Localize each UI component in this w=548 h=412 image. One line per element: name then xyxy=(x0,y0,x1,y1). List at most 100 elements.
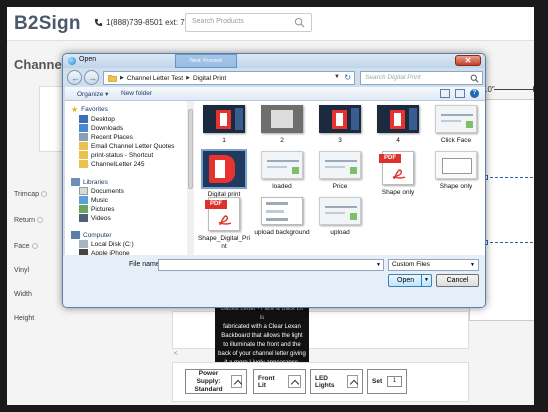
breadcrumb-item[interactable]: Digital Print xyxy=(193,75,226,82)
chevron-up-icon[interactable] xyxy=(288,375,301,388)
breadcrumb-item[interactable]: Channel Letter Test xyxy=(127,75,183,82)
help-icon[interactable]: ? xyxy=(470,89,479,98)
nav-scrollbar[interactable] xyxy=(187,101,194,255)
file-item[interactable]: 4 xyxy=(369,105,427,145)
option-trimcap[interactable]: Trimcap xyxy=(14,191,48,198)
led-lights-select[interactable]: LED Lights xyxy=(310,369,363,394)
phone-icon xyxy=(94,18,103,27)
organize-button[interactable]: Organize ▾ xyxy=(77,90,108,98)
file-name: 3 xyxy=(338,137,342,144)
set-quantity-input[interactable]: 1 xyxy=(387,376,402,387)
address-bar[interactable]: ▶ Channel Letter Test ▶ Digital Print ▼ … xyxy=(103,71,355,85)
option-height[interactable]: Height xyxy=(14,315,34,322)
nav-computer[interactable]: Computer xyxy=(71,231,112,239)
file-item[interactable]: Digital print xyxy=(195,149,253,199)
led-lights-label: LED Lights xyxy=(315,374,335,389)
pictures-icon xyxy=(79,205,88,213)
chevron-down-icon[interactable]: ▼ xyxy=(376,262,381,268)
nav-item-desktop[interactable]: Desktop xyxy=(79,115,115,123)
nav-favorites[interactable]: ★ Favorites xyxy=(71,105,108,114)
info-icon[interactable] xyxy=(37,217,44,224)
file-item[interactable]: Price xyxy=(311,151,369,191)
option-width[interactable]: Width xyxy=(14,291,32,298)
open-button[interactable]: Open ▼ xyxy=(388,274,432,287)
nav-item-recent-places[interactable]: Recent Places xyxy=(79,133,133,141)
power-supply-value: Standard xyxy=(194,385,223,393)
product-search-input[interactable]: Search Products xyxy=(185,13,312,32)
nav-item-videos[interactable]: Videos xyxy=(79,214,111,222)
nav-libraries[interactable]: Libraries xyxy=(71,178,108,186)
file-name: 1 xyxy=(222,137,226,144)
image-thumbnail-icon xyxy=(319,197,361,225)
image-thumbnail-icon xyxy=(319,151,361,179)
refresh-icon[interactable]: ↻ xyxy=(344,73,351,82)
file-name: Shape_Digital_Pri nt xyxy=(197,235,251,250)
computer-icon xyxy=(71,231,80,239)
image-thumbnail-icon xyxy=(201,149,247,189)
image-thumbnail-icon xyxy=(377,105,419,133)
nav-item-channelletter[interactable]: ChannelLetter 245 xyxy=(79,160,145,168)
search-icon[interactable] xyxy=(294,17,305,28)
breadcrumb-separator: ▶ xyxy=(120,75,124,81)
option-return[interactable]: Return xyxy=(14,217,44,224)
info-icon[interactable] xyxy=(31,243,38,250)
image-thumbnail-icon xyxy=(435,105,477,133)
info-icon[interactable] xyxy=(41,191,48,198)
file-item[interactable]: Shape only xyxy=(427,151,485,191)
file-item[interactable]: 1 xyxy=(195,105,253,145)
file-item[interactable]: 3 xyxy=(311,105,369,145)
nav-item-email-quotes[interactable]: Email Channel Letter Quotes xyxy=(79,142,174,150)
chrome-icon xyxy=(68,57,76,65)
power-supply-select[interactable]: Power Supply: Standard xyxy=(185,369,247,394)
nav-item-music[interactable]: Music xyxy=(79,196,108,204)
site-logo[interactable]: B2Sign xyxy=(14,13,81,35)
search-icon[interactable] xyxy=(470,74,479,83)
option-face[interactable]: Face xyxy=(14,243,38,250)
chevron-down-icon[interactable]: ▼ xyxy=(334,74,340,80)
nav-item-downloads[interactable]: Downloads xyxy=(79,124,123,132)
scroll-left-marker[interactable]: < xyxy=(174,351,178,357)
open-button-label: Open xyxy=(397,277,415,284)
file-item[interactable]: upload background xyxy=(253,197,311,237)
file-type-filter[interactable]: Custom Files ▼ xyxy=(388,259,479,271)
dialog-titlebar[interactable]: Open Next: Proceed ✕ xyxy=(63,54,485,68)
file-name-input[interactable]: ▼ xyxy=(158,259,384,271)
chevron-up-icon[interactable] xyxy=(347,375,358,388)
nav-item-local-disk[interactable]: Local Disk (C:) xyxy=(79,240,134,248)
breadcrumb-separator: ▶ xyxy=(186,75,190,81)
chevron-down-icon[interactable]: ▼ xyxy=(470,262,475,268)
forward-button[interactable]: → xyxy=(84,70,99,85)
nav-item-documents[interactable]: Documents xyxy=(79,187,124,195)
selection-box[interactable] xyxy=(485,177,541,243)
image-thumbnail-icon xyxy=(203,105,245,133)
preview-pane-icon[interactable] xyxy=(455,89,465,98)
file-item[interactable]: Click Face xyxy=(427,105,485,145)
file-item[interactable]: loaded xyxy=(253,151,311,191)
file-item[interactable]: PDF Shape_Digital_Pri nt xyxy=(195,197,253,251)
view-options-icon[interactable] xyxy=(440,89,450,98)
cancel-button[interactable]: Cancel xyxy=(436,274,479,287)
back-button[interactable]: ← xyxy=(67,70,82,85)
nav-item-pictures[interactable]: Pictures xyxy=(79,205,114,213)
dialog-navbar: ← → ▶ Channel Letter Test ▶ Digital Prin… xyxy=(63,68,485,87)
arrow-right-icon: → xyxy=(88,73,97,83)
background-proceed-button: Next: Proceed xyxy=(175,54,237,68)
new-folder-button[interactable]: New folder xyxy=(121,90,152,97)
file-name: upload xyxy=(330,229,350,236)
search-placeholder: Search Products xyxy=(192,18,244,25)
chevron-up-icon[interactable] xyxy=(230,375,242,388)
file-item[interactable]: PDF Shape only xyxy=(369,151,427,197)
folder-search-input[interactable]: Search Digital Print xyxy=(360,71,483,85)
set-quantity: Set 1 xyxy=(367,369,407,394)
navigation-pane: ★ Favorites Desktop Downloads Recent Plac… xyxy=(65,101,194,257)
nav-item-print-status[interactable]: print-status - Shortcut xyxy=(79,151,153,159)
option-vinyl[interactable]: Vinyl xyxy=(14,267,29,274)
close-button[interactable]: ✕ xyxy=(455,55,481,66)
front-lit-select[interactable]: Front Lit xyxy=(253,369,306,394)
file-name: 2 xyxy=(280,137,284,144)
chevron-down-icon[interactable]: ▼ xyxy=(421,275,431,286)
file-item[interactable]: upload xyxy=(311,197,369,237)
lighting-tooltip: Backlit Letter - Face & Back Lit is fabr… xyxy=(215,302,309,367)
file-item[interactable]: 2 xyxy=(253,105,311,145)
scrollbar-thumb[interactable] xyxy=(188,109,193,189)
